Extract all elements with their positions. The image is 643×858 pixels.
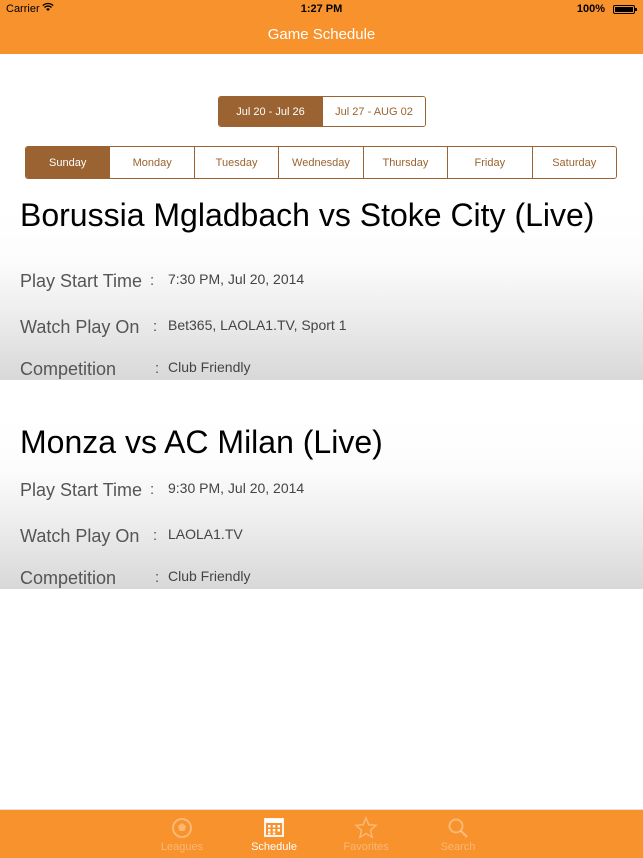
competition-label: Competition bbox=[20, 359, 117, 379]
colon: : bbox=[155, 569, 160, 586]
tab-schedule[interactable]: Schedule bbox=[228, 810, 320, 858]
day-segment-saturday[interactable]: Saturday bbox=[531, 147, 616, 178]
status-bar: Carrier 1:27 PM 100% bbox=[0, 0, 643, 20]
colon: : bbox=[153, 318, 158, 335]
day-segment-sunday[interactable]: Sunday bbox=[26, 147, 110, 178]
game-title: Borussia Mgladbach vs Stoke City (Live) bbox=[20, 197, 595, 233]
colon: : bbox=[155, 360, 160, 377]
day-segment-friday[interactable]: Friday bbox=[447, 147, 532, 178]
game-title: Monza vs AC Milan (Live) bbox=[20, 424, 383, 460]
game-card[interactable]: Monza vs AC Milan (Live) Play Start Time… bbox=[0, 419, 643, 589]
week-segment-jul20[interactable]: Jul 20 - Jul 26 bbox=[219, 97, 322, 126]
week-segment-jul27[interactable]: Jul 27 - AUG 02 bbox=[322, 97, 425, 126]
star-icon bbox=[320, 816, 412, 840]
day-segment-tuesday[interactable]: Tuesday bbox=[193, 147, 279, 178]
tab-label: Leagues bbox=[160, 841, 204, 853]
start-time-label: Play Start Time bbox=[20, 271, 143, 291]
competition-value: Club Friendly bbox=[168, 568, 251, 584]
start-time-value: 9:30 PM, Jul 20, 2014 bbox=[168, 480, 305, 496]
week-segmented-control: Jul 20 - Jul 26 Jul 27 - AUG 02 bbox=[218, 96, 426, 127]
calendar-icon bbox=[228, 816, 320, 840]
competition-label: Competition bbox=[20, 568, 117, 588]
colon: : bbox=[153, 527, 158, 544]
game-card[interactable]: Borussia Mgladbach vs Stoke City (Live) … bbox=[0, 197, 643, 380]
colon: : bbox=[150, 481, 155, 498]
soccer-ball-icon bbox=[136, 816, 228, 840]
tab-label: Search bbox=[440, 841, 476, 853]
day-segment-monday[interactable]: Monday bbox=[109, 147, 194, 178]
start-time-value: 7:30 PM, Jul 20, 2014 bbox=[168, 271, 305, 287]
battery-percent: 100% bbox=[576, 3, 605, 15]
tab-bar: Leagues Schedule Favorites Search bbox=[0, 809, 643, 858]
clock: 1:27 PM bbox=[300, 3, 343, 15]
tab-label: Schedule bbox=[251, 841, 297, 853]
watch-label: Watch Play On bbox=[20, 526, 140, 546]
watch-value: LAOLA1.TV bbox=[168, 526, 243, 542]
competition-value: Club Friendly bbox=[168, 359, 251, 375]
day-segment-thursday[interactable]: Thursday bbox=[362, 147, 448, 178]
day-segmented-control: Sunday Monday Tuesday Wednesday Thursday… bbox=[25, 146, 617, 179]
nav-bar: Game Schedule bbox=[0, 20, 643, 54]
start-time-label: Play Start Time bbox=[20, 480, 143, 500]
tab-label: Favorites bbox=[343, 841, 389, 853]
watch-label: Watch Play On bbox=[20, 317, 140, 337]
day-segment-wednesday[interactable]: Wednesday bbox=[278, 147, 363, 178]
tab-favorites[interactable]: Favorites bbox=[320, 810, 412, 858]
battery-icon bbox=[613, 5, 637, 14]
tab-leagues[interactable]: Leagues bbox=[136, 810, 228, 858]
watch-value: Bet365, LAOLA1.TV, Sport 1 bbox=[168, 317, 347, 333]
page-title: Game Schedule bbox=[267, 26, 376, 43]
colon: : bbox=[150, 272, 155, 289]
search-icon bbox=[412, 816, 504, 840]
tab-search[interactable]: Search bbox=[412, 810, 504, 858]
